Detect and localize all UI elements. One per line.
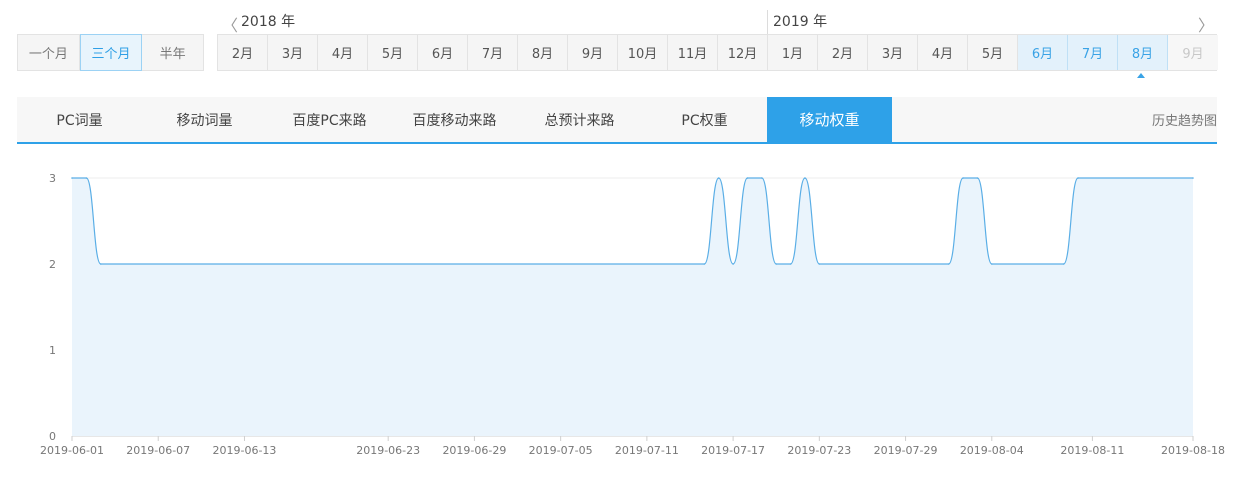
month-button-18[interactable]: 8月 <box>1118 35 1168 70</box>
data-point-17 <box>1077 177 1079 179</box>
data-point-0 <box>71 177 73 179</box>
y-tick-label-3: 3 <box>49 172 56 185</box>
next-year-arrow-icon[interactable]: 〉 <box>1198 12 1214 36</box>
data-point-2 <box>99 263 102 265</box>
prev-year-arrow-icon[interactable]: 〈 <box>222 12 238 36</box>
y-tick-label-0: 0 <box>49 430 56 443</box>
month-button-17[interactable]: 7月 <box>1068 35 1118 70</box>
year-label-right: 2019 年 <box>773 14 828 30</box>
data-point-10 <box>804 177 806 179</box>
month-button-3[interactable]: 5月 <box>368 35 418 70</box>
x-tick-label-0: 2019-06-01 <box>40 444 104 457</box>
data-point-4 <box>717 177 720 179</box>
history-trend-link[interactable]: 历史趋势图 <box>1152 97 1217 142</box>
data-point-13 <box>962 177 964 179</box>
data-point-1 <box>85 177 88 179</box>
x-tick-label-4: 2019-06-29 <box>442 444 506 457</box>
data-point-15 <box>990 263 993 265</box>
selected-month-caret-icon <box>1137 73 1145 78</box>
tab-3[interactable]: 百度移动来路 <box>392 97 517 142</box>
month-button-0[interactable]: 2月 <box>218 35 268 70</box>
month-button-11[interactable]: 1月 <box>768 35 818 70</box>
data-point-11 <box>818 263 821 265</box>
tab-0[interactable]: PC词量 <box>17 97 142 142</box>
month-button-19: 9月 <box>1168 35 1218 70</box>
x-tick-label-5: 2019-07-05 <box>529 444 593 457</box>
data-point-12 <box>947 263 950 265</box>
data-point-3 <box>703 263 706 265</box>
year-divider <box>767 10 768 34</box>
data-point-14 <box>976 177 979 179</box>
year-label-left: 2018 年 <box>241 14 296 30</box>
x-tick-label-7: 2019-07-17 <box>701 444 765 457</box>
month-button-9[interactable]: 11月 <box>668 35 718 70</box>
x-tick-label-1: 2019-06-07 <box>126 444 190 457</box>
data-point-18 <box>1192 177 1194 179</box>
weight-trend-chart: 爱站网01232019-06-012019-06-072019-06-13201… <box>40 172 1225 457</box>
x-tick-label-10: 2019-08-04 <box>960 444 1024 457</box>
x-tick-label-11: 2019-08-11 <box>1060 444 1124 457</box>
data-point-5 <box>732 263 734 265</box>
range-button-0[interactable]: 一个月 <box>18 35 80 70</box>
y-tick-label-1: 1 <box>49 344 56 357</box>
data-point-7 <box>761 177 763 179</box>
month-selector: 2月 3月 4月 5月 6月 7月 8月 9月 10月 11月 12月 1月 2月 3月 4月 5月 6月 7月 8… <box>217 34 1218 71</box>
month-button-7[interactable]: 9月 <box>568 35 618 70</box>
x-tick-label-2: 2019-06-13 <box>212 444 276 457</box>
tab-5[interactable]: PC权重 <box>642 97 767 142</box>
x-tick-label-9: 2019-07-29 <box>874 444 938 457</box>
data-point-8 <box>775 263 778 265</box>
month-button-5[interactable]: 7月 <box>468 35 518 70</box>
month-button-13[interactable]: 3月 <box>868 35 918 70</box>
month-button-4[interactable]: 6月 <box>418 35 468 70</box>
month-button-2[interactable]: 4月 <box>318 35 368 70</box>
data-point-9 <box>789 263 792 265</box>
month-button-16[interactable]: 6月 <box>1018 35 1068 70</box>
range-button-2[interactable]: 半年 <box>142 35 203 70</box>
x-tick-label-8: 2019-07-23 <box>787 444 851 457</box>
tab-1[interactable]: 移动词量 <box>142 97 267 142</box>
tab-2[interactable]: 百度PC来路 <box>267 97 392 142</box>
month-button-10[interactable]: 12月 <box>718 35 768 70</box>
month-button-12[interactable]: 2月 <box>818 35 868 70</box>
month-button-15[interactable]: 5月 <box>968 35 1018 70</box>
range-selector: 一个月 三个月 半年 <box>17 34 204 71</box>
range-button-1[interactable]: 三个月 <box>79 34 143 71</box>
data-point-16 <box>1062 263 1065 265</box>
month-button-14[interactable]: 4月 <box>918 35 968 70</box>
month-button-8[interactable]: 10月 <box>618 35 668 70</box>
tab-4[interactable]: 总预计来路 <box>517 97 642 142</box>
month-button-1[interactable]: 3月 <box>268 35 318 70</box>
series-area <box>72 178 1193 436</box>
x-tick-label-6: 2019-07-11 <box>615 444 679 457</box>
month-button-6[interactable]: 8月 <box>518 35 568 70</box>
metric-tabs: 移动权重 PC权重 总预计来路 百度移动来路 百度PC来路 移动词量 PC词量 历史趋势图 <box>17 97 1217 144</box>
y-tick-label-2: 2 <box>49 258 56 271</box>
data-point-6 <box>746 177 749 179</box>
x-tick-label-3: 2019-06-23 <box>356 444 420 457</box>
x-tick-label-12: 2019-08-18 <box>1161 444 1225 457</box>
series-line <box>72 177 1193 265</box>
tab-6[interactable]: 移动权重 <box>767 97 892 142</box>
